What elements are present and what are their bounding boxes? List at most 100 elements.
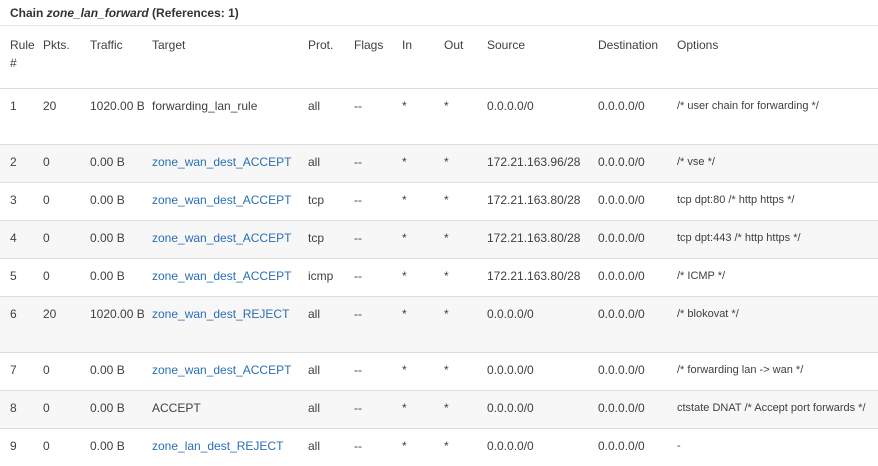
cell-target: zone_lan_dest_REJECT — [152, 428, 308, 466]
cell-target: ACCEPT — [152, 390, 308, 428]
cell-in: * — [402, 192, 407, 207]
cell-target: zone_wan_dest_ACCEPT — [152, 144, 308, 182]
cell-pkts: 0 — [43, 268, 50, 283]
cell-destination: 0.0.0.0/0 — [598, 154, 645, 169]
cell-options: ctstate DNAT /* Accept port forwards */ — [677, 401, 866, 414]
chain-name: zone_lan_forward — [46, 6, 149, 20]
cell-source: 172.21.163.80/28 — [487, 268, 581, 283]
cell-options: /* ICMP */ — [677, 269, 726, 282]
cell-in: * — [402, 400, 407, 415]
cell-destination: 0.0.0.0/0 — [598, 98, 645, 113]
cell-rule: 1 — [10, 98, 17, 113]
table-row: 1 20 1020.00 B forwarding_lan_rule all -- * * 0.… — [0, 88, 878, 144]
cell-in: * — [402, 362, 407, 377]
chain-prefix: Chain — [10, 6, 47, 20]
cell-prot: icmp — [308, 268, 334, 283]
cell-pkts: 0 — [43, 192, 50, 207]
cell-options: /* blokovat */ — [677, 307, 739, 320]
col-header-rule: Rule # — [10, 38, 35, 70]
cell-options: /* user chain for forwarding */ — [677, 99, 819, 112]
cell-in: * — [402, 230, 407, 245]
col-header-flags: Flags — [354, 38, 384, 52]
col-header-destination: Destination — [598, 38, 659, 52]
cell-prot: all — [308, 154, 321, 169]
col-header-target: Target — [152, 38, 186, 52]
col-header-source: Source — [487, 38, 526, 52]
target-link[interactable]: zone_wan_dest_ACCEPT — [152, 231, 291, 245]
cell-out: * — [444, 400, 449, 415]
cell-flags: -- — [354, 230, 362, 245]
cell-traffic: 1020.00 B — [90, 98, 145, 113]
col-header-prot: Prot. — [308, 38, 334, 52]
cell-out: * — [444, 438, 449, 453]
cell-target: zone_wan_dest_ACCEPT — [152, 182, 308, 220]
cell-rule: 8 — [10, 400, 17, 415]
cell-traffic: 0.00 B — [90, 230, 125, 245]
cell-source: 0.0.0.0/0 — [487, 98, 534, 113]
cell-prot: all — [308, 400, 321, 415]
cell-pkts: 0 — [43, 230, 50, 245]
target-text: forwarding_lan_rule — [152, 98, 258, 113]
chain-title: Chain zone_lan_forward (References: 1) — [0, 0, 878, 26]
cell-source: 172.21.163.80/28 — [487, 192, 581, 207]
cell-pkts: 0 — [43, 400, 50, 415]
cell-traffic: 1020.00 B — [90, 306, 145, 321]
cell-pkts: 20 — [43, 306, 57, 321]
cell-rule: 3 — [10, 192, 17, 207]
chain-references: (References: 1) — [148, 6, 239, 20]
target-link[interactable]: zone_wan_dest_ACCEPT — [152, 363, 291, 377]
cell-target: zone_wan_dest_ACCEPT — [152, 258, 308, 296]
table-row: 5 0 0.00 B zone_wan_dest_ACCEPT icmp -- * * 172.… — [0, 258, 878, 296]
cell-pkts: 0 — [43, 362, 50, 377]
col-header-out: Out — [444, 38, 464, 52]
cell-prot: tcp — [308, 192, 325, 207]
cell-target: zone_wan_dest_REJECT — [152, 296, 308, 352]
cell-rule: 9 — [10, 438, 17, 453]
cell-source: 0.0.0.0/0 — [487, 362, 534, 377]
cell-traffic: 0.00 B — [90, 192, 125, 207]
cell-target: forwarding_lan_rule — [152, 88, 308, 144]
cell-flags: -- — [354, 362, 362, 377]
cell-out: * — [444, 192, 449, 207]
target-link[interactable]: zone_wan_dest_ACCEPT — [152, 269, 291, 283]
cell-pkts: 0 — [43, 154, 50, 169]
cell-flags: -- — [354, 306, 362, 321]
cell-traffic: 0.00 B — [90, 400, 125, 415]
cell-rule: 6 — [10, 306, 17, 321]
target-link[interactable]: zone_wan_dest_REJECT — [152, 307, 289, 321]
cell-out: * — [444, 362, 449, 377]
cell-destination: 0.0.0.0/0 — [598, 192, 645, 207]
table-row: 9 0 0.00 B zone_lan_dest_REJECT all -- * * 0.0.0… — [0, 428, 878, 466]
target-text: ACCEPT — [152, 400, 201, 415]
cell-out: * — [444, 306, 449, 321]
cell-rule: 4 — [10, 230, 17, 245]
cell-pkts: 0 — [43, 438, 50, 453]
col-header-traffic: Traffic — [90, 38, 123, 52]
cell-out: * — [444, 230, 449, 245]
cell-in: * — [402, 98, 407, 113]
table-row: 7 0 0.00 B zone_wan_dest_ACCEPT all -- * * 0.0.0… — [0, 352, 878, 390]
cell-rule: 5 — [10, 268, 17, 283]
col-header-in: In — [402, 38, 413, 52]
col-header-options: Options — [677, 38, 719, 52]
target-link[interactable]: zone_wan_dest_ACCEPT — [152, 193, 291, 207]
cell-out: * — [444, 268, 449, 283]
rules-table: Rule # Pkts. Traffic Target Prot. Flags … — [0, 26, 878, 466]
target-link[interactable]: zone_wan_dest_ACCEPT — [152, 155, 291, 169]
target-link[interactable]: zone_lan_dest_REJECT — [152, 439, 283, 453]
table-row: 6 20 1020.00 B zone_wan_dest_REJECT all -- * * 0… — [0, 296, 878, 352]
cell-source: 172.21.163.96/28 — [487, 154, 581, 169]
rules-table-body: 1 20 1020.00 Bforwarding_lan_rule all -- * * 0.… — [0, 88, 878, 466]
cell-rule: 7 — [10, 362, 17, 377]
cell-flags: -- — [354, 154, 362, 169]
cell-source: 0.0.0.0/0 — [487, 400, 534, 415]
cell-destination: 0.0.0.0/0 — [598, 362, 645, 377]
cell-target: zone_wan_dest_ACCEPT — [152, 220, 308, 258]
cell-options: tcp dpt:443 /* http https */ — [677, 231, 801, 244]
cell-traffic: 0.00 B — [90, 154, 125, 169]
cell-in: * — [402, 306, 407, 321]
cell-destination: 0.0.0.0/0 — [598, 268, 645, 283]
cell-options: tcp dpt:80 /* http https */ — [677, 193, 795, 206]
cell-prot: all — [308, 98, 321, 113]
cell-flags: -- — [354, 192, 362, 207]
